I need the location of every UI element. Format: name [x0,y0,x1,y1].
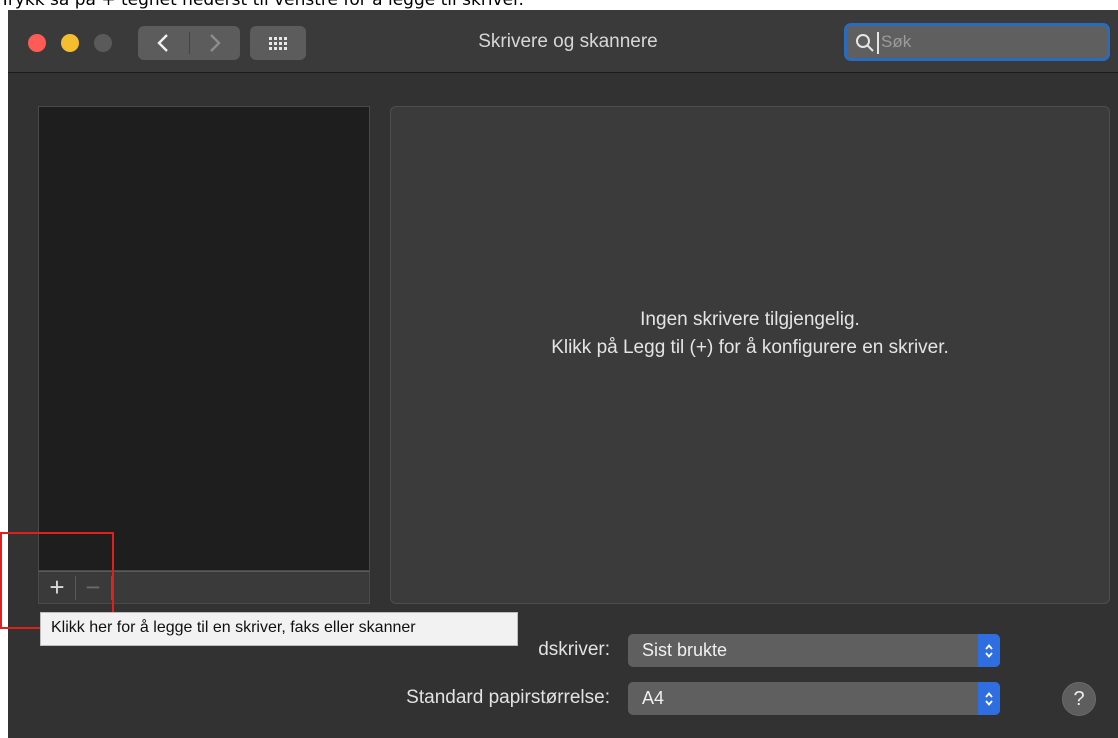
forward-button[interactable] [190,26,240,60]
close-button[interactable] [28,34,46,52]
paper-size-select[interactable]: A4 [628,682,1000,715]
title-bar: Skrivere og skannere [8,10,1118,73]
back-button[interactable] [138,26,188,60]
printer-list[interactable] [38,106,370,571]
chevron-left-icon [157,34,168,52]
text-cursor [877,32,879,54]
instruction-caption: Trykk så på + tegnet nederst til venstre… [0,0,524,10]
printer-detail-panel: Ingen skrivere tilgjengelig. Klikk på Le… [390,106,1110,604]
paper-size-value: A4 [642,688,665,708]
search-field[interactable] [844,23,1110,61]
show-all-button[interactable] [250,26,306,60]
empty-state-title: Ingen skrivere tilgjengelig. [640,309,860,330]
chevron-updown-icon [985,691,993,706]
default-printer-select[interactable]: Sist brukte [628,634,1000,667]
select-stepper [978,634,1000,667]
paper-size-label: Standard papirstørrelse: [406,687,610,708]
search-input[interactable] [881,30,1101,54]
zoom-button[interactable] [94,34,112,52]
search-icon [856,34,874,52]
chevron-updown-icon [985,643,993,658]
window-title: Skrivere og skannere [478,31,658,52]
add-button-tooltip: Klikk her for å legge til en skriver, fa… [40,612,518,646]
grid-icon [269,37,287,50]
minimize-button[interactable] [61,34,79,52]
navigation-buttons [138,26,240,60]
help-button[interactable]: ? [1062,682,1096,716]
default-printer-value: Sist brukte [642,640,728,660]
select-stepper [978,682,1000,715]
chevron-right-icon [210,34,221,52]
empty-state-hint: Klikk på Legg til (+) for å konfigurere … [551,337,949,358]
